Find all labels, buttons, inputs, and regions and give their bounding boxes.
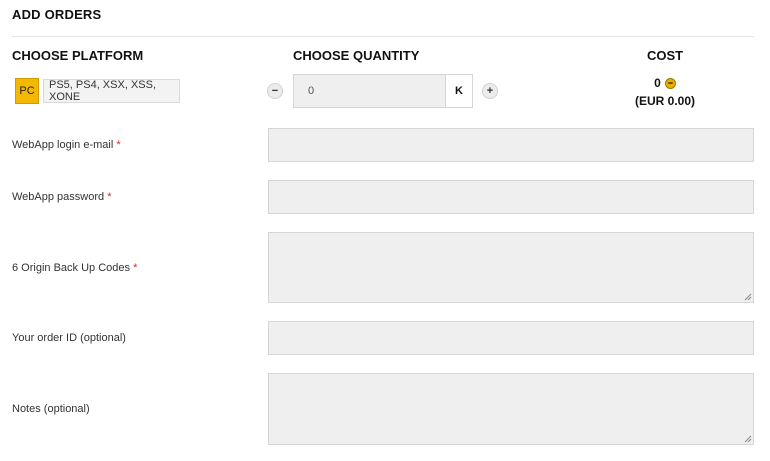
backup-codes-textarea[interactable] xyxy=(268,232,754,303)
email-label-text: WebApp login e-mail xyxy=(12,139,114,151)
cost-eur: (EUR 0.00) xyxy=(634,94,696,108)
resize-grip-icon[interactable] xyxy=(744,293,752,301)
required-mark: * xyxy=(116,139,121,151)
password-label: WebApp password * xyxy=(12,191,111,203)
required-mark: * xyxy=(107,191,112,203)
password-label-text: WebApp password xyxy=(12,191,105,203)
cost-coins: 0 xyxy=(600,76,730,90)
platform-pc-button[interactable]: PC xyxy=(15,78,39,104)
page-title: ADD ORDERS xyxy=(12,7,102,22)
notes-textarea[interactable] xyxy=(268,373,754,445)
header-divider xyxy=(12,36,754,37)
password-field[interactable] xyxy=(268,180,754,214)
email-label: WebApp login e-mail * xyxy=(12,139,121,151)
quantity-unit-label: K xyxy=(445,74,473,108)
quantity-decrease-button[interactable]: − xyxy=(267,83,283,99)
resize-grip-icon[interactable] xyxy=(744,435,752,443)
cost-coins-value: 0 xyxy=(654,76,661,90)
order-id-field[interactable] xyxy=(268,321,754,355)
platform-console-button[interactable]: PS5, PS4, XSX, XSS, XONE xyxy=(43,79,180,103)
email-field[interactable] xyxy=(268,128,754,162)
backup-codes-label: 6 Origin Back Up Codes * xyxy=(12,262,137,274)
notes-label: Notes (optional) xyxy=(12,403,90,415)
choose-quantity-heading: CHOOSE QUANTITY xyxy=(293,48,420,63)
backup-codes-label-text: 6 Origin Back Up Codes xyxy=(12,262,130,274)
choose-platform-heading: CHOOSE PLATFORM xyxy=(12,48,144,63)
required-mark: * xyxy=(133,262,138,274)
order-id-label: Your order ID (optional) xyxy=(12,332,126,344)
quantity-input[interactable] xyxy=(293,74,445,108)
cost-heading: COST xyxy=(646,48,684,63)
coin-icon xyxy=(664,77,676,89)
quantity-increase-button[interactable]: + xyxy=(482,83,498,99)
